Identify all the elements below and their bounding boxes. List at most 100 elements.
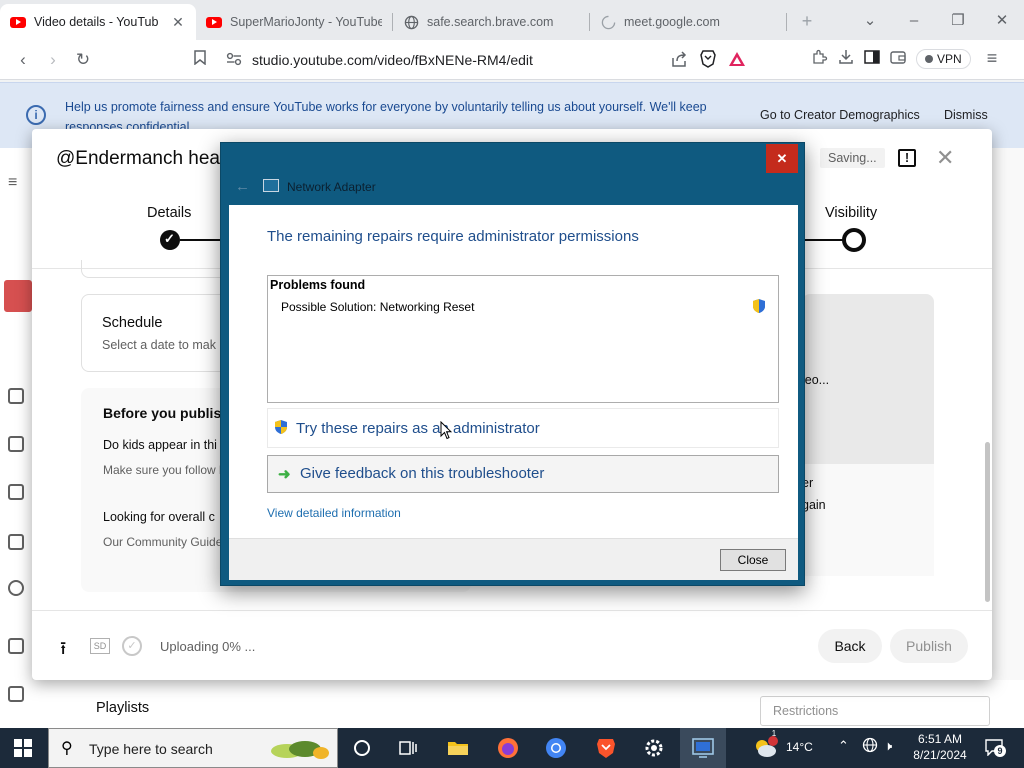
weather-badge: 1	[771, 729, 777, 738]
give-feedback-option[interactable]: ➜ Give feedback on this troubleshooter	[267, 455, 779, 493]
cortana-icon[interactable]	[350, 736, 374, 760]
step-connector	[180, 239, 220, 241]
firefox-icon[interactable]	[496, 736, 520, 760]
upload-icon: ⭱	[60, 638, 67, 658]
new-tab-button[interactable]: +	[787, 11, 827, 32]
guidelines-question: Looking for overall c	[103, 510, 215, 524]
close-button[interactable]: Close	[720, 549, 786, 571]
comments-icon[interactable]	[8, 484, 24, 500]
dialog-footer: Close	[229, 538, 798, 580]
video-details-page-lower: Playlists Restrictions	[32, 680, 1024, 728]
extensions-icon[interactable]	[812, 49, 828, 68]
wallet-icon[interactable]	[890, 50, 906, 67]
run-as-admin-option[interactable]: Try these repairs as an administrator	[267, 408, 779, 448]
search-placeholder: Type here to search	[89, 741, 213, 757]
show-hidden-icons-chevron-icon[interactable]: ⌃	[838, 738, 849, 768]
tab-search-chevron-icon[interactable]: ⌄	[848, 11, 892, 29]
back-icon[interactable]: ‹	[8, 50, 38, 70]
step-connector	[804, 239, 844, 241]
search-icon: ⚲	[61, 740, 73, 757]
network-troubleshooter-dialog: ✕ ← Network Adapter The remaining repair…	[220, 142, 805, 586]
site-settings-icon[interactable]	[226, 52, 242, 69]
subtitles-icon[interactable]	[8, 534, 24, 550]
youtube-icon	[206, 14, 222, 30]
publish-button[interactable]: Publish	[890, 629, 968, 663]
problems-found-list: Problems found Possible Solution: Networ…	[267, 275, 779, 403]
saving-status: Saving...	[820, 148, 885, 168]
sd-badge: SD	[90, 638, 110, 654]
settings-icon[interactable]	[8, 638, 24, 654]
reload-icon[interactable]: ↻	[68, 50, 98, 70]
analytics-icon[interactable]	[8, 388, 24, 404]
problem-item: Possible Solution: Networking Reset	[281, 300, 475, 314]
dismiss-button[interactable]: Dismiss	[944, 108, 988, 122]
editor-icon[interactable]	[8, 436, 24, 452]
tab-google-meet[interactable]: meet.google.com	[590, 4, 786, 40]
view-detailed-info-link[interactable]: View detailed information	[267, 506, 401, 520]
tab-supermariojonty[interactable]: SuperMarioJonty - YouTube	[196, 4, 392, 40]
volume-muted-icon[interactable]: 🕨	[884, 738, 892, 768]
clock-date: 8/21/2024	[913, 748, 967, 762]
forward-icon[interactable]: ›	[38, 50, 68, 70]
modal-title: @Endermanch hea	[56, 148, 220, 169]
close-window-button[interactable]: ✕	[980, 11, 1024, 29]
windows-start-icon[interactable]	[14, 739, 32, 757]
dialog-back-icon[interactable]: ←	[235, 178, 250, 195]
give-feedback-label: Give feedback on this troubleshooter	[300, 465, 545, 482]
troubleshooter-taskbar-button[interactable]	[680, 728, 726, 768]
restore-window-button[interactable]: ❐	[936, 11, 980, 29]
creator-demographics-button[interactable]: Go to Creator Demographics	[760, 108, 920, 122]
processing-text: leo...	[802, 373, 830, 387]
uac-shield-icon	[274, 419, 288, 438]
mouse-cursor-icon	[440, 420, 453, 443]
sidebar-icon[interactable]	[864, 50, 880, 67]
chrome-icon[interactable]	[544, 736, 568, 760]
back-button[interactable]: Back	[818, 629, 882, 663]
step-visibility-indicator[interactable]	[842, 228, 866, 252]
tab-title: Video details - YouTub	[34, 15, 159, 29]
step-visibility-label[interactable]: Visibility	[825, 205, 877, 221]
feedback-icon[interactable]	[8, 686, 24, 702]
video-info-line: gain	[802, 498, 826, 512]
downloads-icon[interactable]	[838, 49, 854, 68]
hamburger-icon[interactable]: ≡	[8, 174, 24, 191]
task-view-icon[interactable]	[396, 736, 420, 760]
tab-video-details[interactable]: Video details - YouTub ✕	[0, 4, 196, 40]
vpn-status-dot	[925, 54, 933, 63]
run-as-admin-label: Try these repairs as an administrator	[296, 420, 540, 437]
step-details-label[interactable]: Details	[147, 205, 191, 221]
network-globe-icon[interactable]	[862, 737, 878, 768]
alert-icon[interactable]: !	[898, 149, 916, 167]
notifications-icon[interactable]: 9	[984, 738, 1006, 757]
brave-rewards-icon[interactable]	[728, 51, 746, 70]
before-publish-heading: Before you publis	[103, 405, 222, 421]
modal-scrollbar[interactable]	[985, 442, 990, 602]
tab-title: SuperMarioJonty - YouTube	[230, 15, 382, 29]
close-modal-icon[interactable]: ✕	[936, 145, 954, 171]
file-explorer-icon[interactable]	[446, 736, 470, 760]
omnibox[interactable]: studio.youtube.com/video/fBxNENe-RM4/edi…	[226, 46, 746, 74]
tab-safe-search[interactable]: safe.search.brave.com	[393, 4, 589, 40]
taskbar-clock[interactable]: 6:51 AM 8/21/2024	[908, 731, 972, 763]
browser-tab-strip: Video details - YouTub ✕ SuperMarioJonty…	[0, 0, 1024, 40]
minimize-window-button[interactable]: –	[892, 12, 936, 29]
video-thumbnail[interactable]	[4, 280, 32, 312]
copyright-icon[interactable]	[8, 580, 24, 596]
globe-icon	[403, 14, 419, 30]
bookmark-icon[interactable]	[185, 50, 215, 70]
settings-gear-icon[interactable]	[642, 736, 666, 760]
restrictions-field[interactable]: Restrictions	[760, 696, 990, 726]
notification-count: 9	[994, 745, 1006, 757]
close-tab-icon[interactable]: ✕	[170, 14, 186, 31]
step-details-check-icon[interactable]	[160, 230, 180, 250]
kids-question: Do kids appear in thi	[103, 438, 217, 452]
menu-icon[interactable]: ≡	[987, 48, 998, 69]
vpn-button[interactable]: VPN	[916, 48, 971, 69]
temperature[interactable]: 14°C	[786, 740, 813, 768]
brave-shields-icon[interactable]	[700, 50, 716, 71]
taskbar-search[interactable]: ⚲ Type here to search	[48, 728, 338, 768]
brave-icon[interactable]	[594, 736, 618, 760]
dialog-close-button[interactable]: ✕	[766, 144, 798, 173]
share-icon[interactable]	[671, 51, 688, 70]
tab-title: safe.search.brave.com	[427, 15, 554, 29]
